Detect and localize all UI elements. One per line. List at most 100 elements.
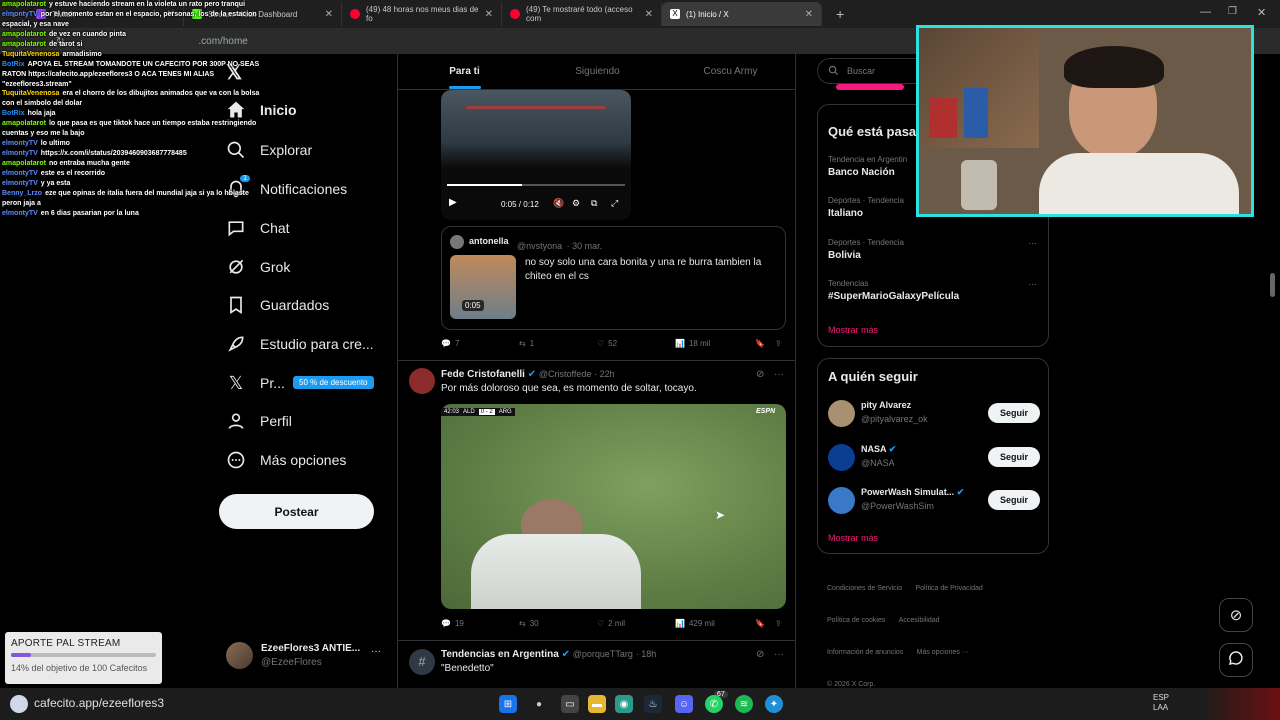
hashtag-icon[interactable]: #	[409, 649, 435, 675]
post-handle[interactable]: @Cristoffede	[539, 369, 592, 379]
discord-icon[interactable]: ☺	[675, 695, 693, 713]
footer-link[interactable]: Accesibilidad	[899, 617, 940, 624]
premium-discount-badge[interactable]: 50 % de descuento	[293, 376, 374, 389]
nav-more[interactable]: Más opciones	[226, 450, 346, 470]
scrollbar-thumb[interactable]	[1270, 273, 1275, 297]
close-icon[interactable]: ✕	[485, 9, 493, 20]
tab-following[interactable]: Siguiendo	[531, 54, 664, 89]
chat-username[interactable]: elmontyTV	[2, 11, 38, 18]
chat-username[interactable]: Benny_Lrzo	[2, 190, 42, 197]
nav-profile[interactable]: Perfil	[226, 411, 292, 431]
repost-button[interactable]: ⇆ 30	[519, 619, 597, 628]
trend-item[interactable]: Tendencias #SuperMarioGalaxyPelícula	[828, 279, 1038, 302]
chat-username[interactable]: amapolatarot	[2, 160, 46, 167]
minimize-icon[interactable]: —	[1200, 6, 1211, 18]
video-player[interactable]: ▶ 0:05 / 0:12 🔇 ⚙ ⧉ ⤢	[441, 90, 631, 220]
chat-username[interactable]: elmontyTV	[2, 210, 38, 217]
mute-icon[interactable]: 🔇	[553, 198, 564, 209]
settings-icon[interactable]: ⚙	[572, 198, 580, 209]
footer-link[interactable]: Condiciones de Servicio	[827, 585, 902, 592]
chat-username[interactable]: elmontyTV	[2, 180, 38, 187]
nav-grok[interactable]: Grok	[226, 257, 290, 277]
chat-username[interactable]: elmontyTV	[2, 150, 38, 157]
folder-icon[interactable]: ▬	[588, 695, 606, 713]
more-icon[interactable]: ···	[774, 369, 784, 380]
chat-username[interactable]: elmontyTV	[2, 140, 38, 147]
more-icon[interactable]: ···	[774, 649, 784, 660]
avatar[interactable]	[409, 368, 435, 394]
post-author-name[interactable]: Fede Cristofanelli	[441, 369, 525, 380]
post-video[interactable]: 42:03 ALD 0 - 2 ARG ESPN ➤	[441, 404, 786, 609]
chat-username[interactable]: amapolatarot	[2, 120, 46, 127]
footer-link[interactable]: Política de cookies	[827, 617, 885, 624]
language-indicator[interactable]: ESP LAA	[1153, 693, 1169, 714]
views-button[interactable]: 📊 429 mil	[675, 619, 755, 628]
file-icon[interactable]: ▭	[561, 695, 579, 713]
steam-icon[interactable]: ♨	[644, 695, 662, 713]
browser-icon[interactable]: ◉	[615, 695, 633, 713]
chat-username[interactable]: amapolatarot	[2, 41, 46, 48]
whatsapp-icon[interactable]: ✆	[705, 695, 723, 713]
more-icon[interactable]: ···	[1028, 238, 1037, 248]
close-window-icon[interactable]: ✕	[1257, 6, 1266, 19]
tab-youtube-2[interactable]: (49) Te mostraré todo (acceso com ✕	[502, 2, 662, 26]
chat-username[interactable]: TuquitaVenenosa	[2, 90, 59, 97]
post-time[interactable]: · 18h	[636, 649, 657, 659]
show-more-link[interactable]: Mostrar más	[828, 533, 878, 543]
post-button[interactable]: Postear	[219, 494, 374, 529]
show-more-link[interactable]: Mostrar más	[828, 325, 878, 335]
follow-button[interactable]: Seguir	[988, 403, 1040, 423]
more-icon[interactable]: ···	[371, 646, 381, 657]
post-author-name[interactable]: Tendencias en Argentina	[441, 649, 559, 660]
play-icon[interactable]: ▶	[449, 197, 457, 208]
fullscreen-icon[interactable]: ⤢	[611, 198, 618, 209]
grok-float-button[interactable]: ⊘	[1219, 598, 1253, 632]
chat-username[interactable]: TuquitaVenenosa	[2, 51, 59, 58]
app-icon[interactable]: ✦	[765, 695, 783, 713]
chat-username[interactable]: BotRix	[2, 61, 25, 68]
messages-float-button[interactable]	[1219, 643, 1253, 677]
post-time[interactable]: · 22h	[594, 369, 615, 379]
views-button[interactable]: 📊 18 mil	[675, 339, 755, 348]
post-handle[interactable]: @porqueTTarg	[573, 649, 633, 659]
follow-suggestion[interactable]: pity Alvarez @pityalvarez_ok Seguir	[818, 397, 1050, 437]
maximize-icon[interactable]: ❐	[1228, 6, 1237, 17]
subscribe-button-partial[interactable]	[836, 84, 904, 90]
bookmark-icon[interactable]: 🔖	[755, 339, 775, 348]
share-icon[interactable]: ⇪	[775, 619, 782, 628]
nav-bookmarks[interactable]: Guardados	[226, 295, 329, 315]
follow-button[interactable]: Seguir	[988, 447, 1040, 467]
bookmark-icon[interactable]: 🔖	[755, 619, 775, 628]
tab-x-home[interactable]: X (1) Inicio / X ✕	[662, 2, 822, 26]
more-icon[interactable]: ···	[1028, 279, 1037, 289]
windows-start-icon[interactable]: ⊞	[499, 695, 517, 713]
follow-button[interactable]: Seguir	[988, 490, 1040, 510]
footer-link[interactable]: Información de anuncios	[827, 649, 903, 656]
quoted-post[interactable]: antonella @nvstyona · 30 mar. 0:05 no so…	[441, 226, 786, 330]
nav-premium[interactable]: 𝕏 Pr...	[226, 373, 285, 393]
reply-button[interactable]: 💬 7	[441, 339, 519, 348]
chat-username[interactable]: elmontyTV	[2, 170, 38, 177]
pip-icon[interactable]: ⧉	[591, 198, 597, 209]
grok-icon[interactable]: ⊘	[756, 369, 764, 380]
new-tab-icon[interactable]: +	[836, 6, 844, 22]
footer-link[interactable]: Política de Privacidad	[915, 585, 982, 592]
quote-video-thumbnail[interactable]: 0:05	[450, 255, 516, 319]
chat-username[interactable]: amapolatarot	[2, 1, 46, 8]
tab-for-you[interactable]: Para ti	[398, 54, 531, 89]
share-icon[interactable]: ⇪	[775, 339, 782, 348]
spotify-icon[interactable]: ≋	[735, 695, 753, 713]
search-icon[interactable]: ●	[530, 695, 548, 713]
follow-suggestion[interactable]: PowerWash Simulat... ✔ @PowerWashSim Seg…	[818, 484, 1050, 524]
close-icon[interactable]: ✕	[805, 9, 813, 20]
follow-suggestion[interactable]: NASA ✔ @NASA Seguir	[818, 441, 1050, 481]
video-progress-track[interactable]	[447, 184, 625, 186]
trend-item[interactable]: Deportes · Tendencia Bolivia	[828, 238, 1038, 261]
close-icon[interactable]: ✕	[645, 9, 653, 20]
close-icon[interactable]: ✕	[325, 9, 333, 20]
nav-creator-studio[interactable]: Estudio para cre...	[226, 334, 374, 354]
chat-username[interactable]: BotRix	[2, 110, 25, 117]
footer-link[interactable]: Más opciones ···	[917, 649, 969, 656]
repost-button[interactable]: ⇆ 1	[519, 339, 597, 348]
like-button[interactable]: ♡ 52	[597, 339, 675, 348]
